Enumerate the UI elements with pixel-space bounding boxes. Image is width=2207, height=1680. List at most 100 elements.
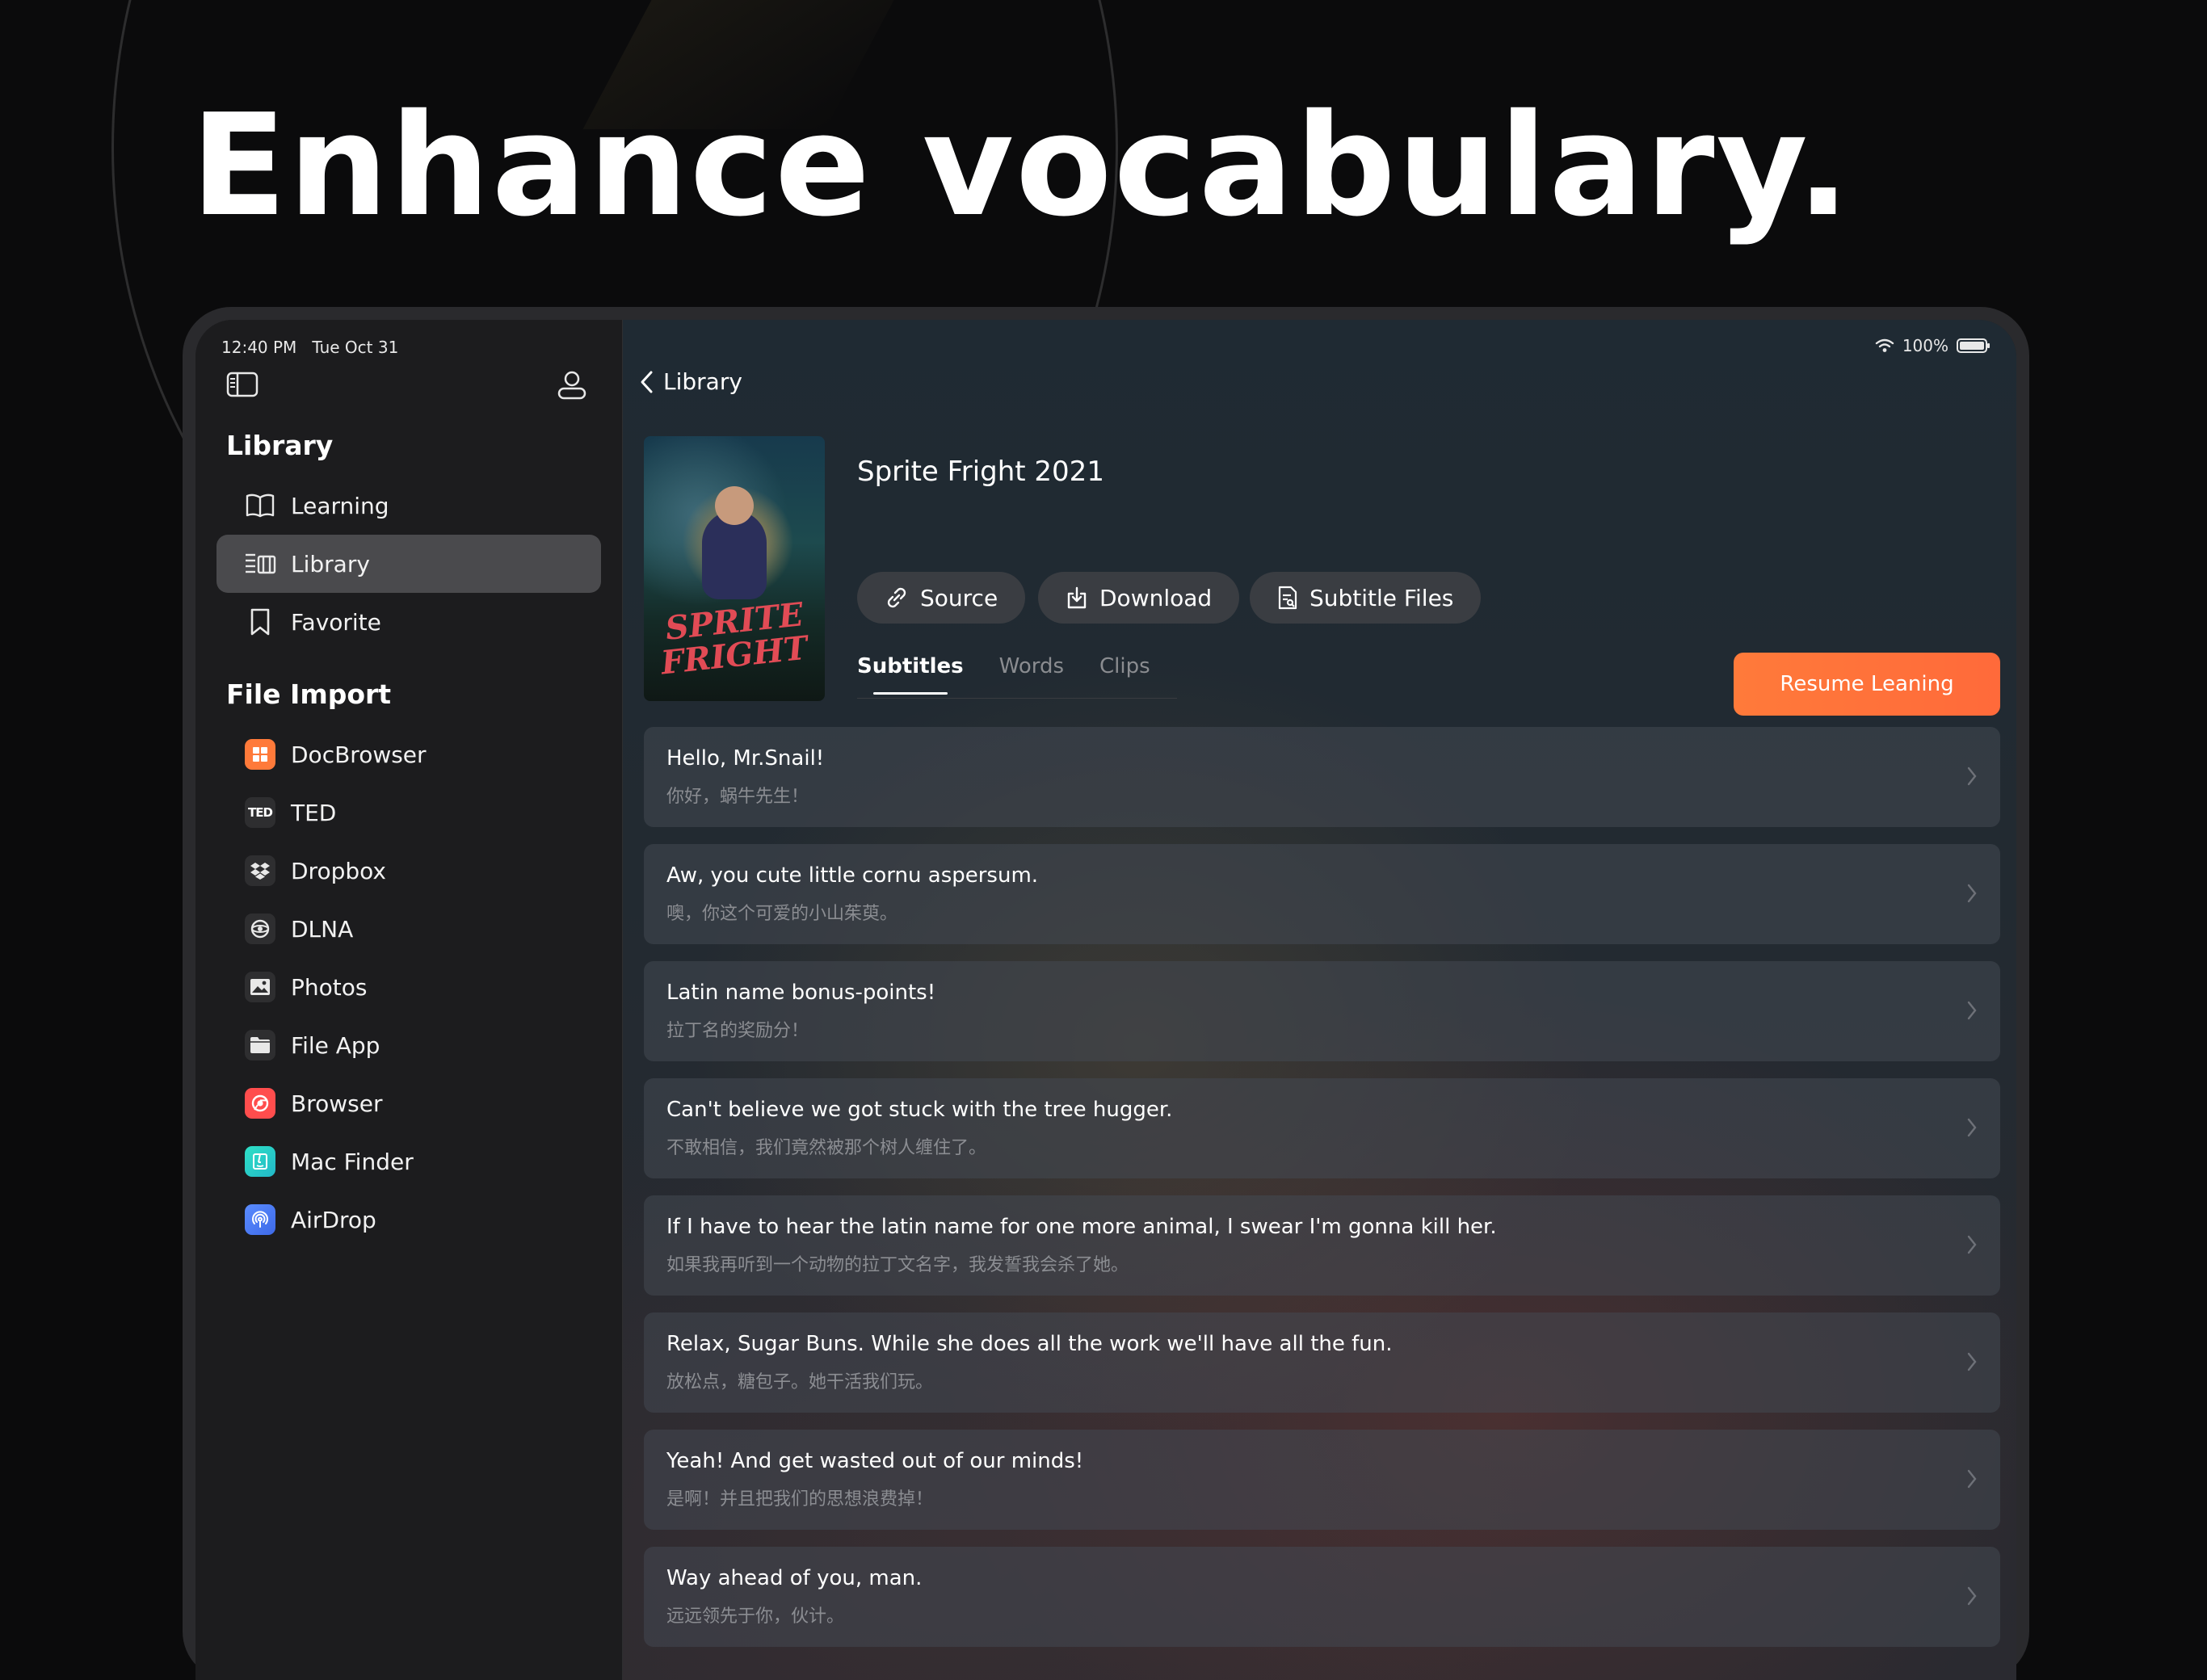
subtitle-english: Latin name bonus-points! (666, 981, 936, 1005)
dlna-icon-wrap (244, 913, 276, 945)
subtitle-row[interactable]: Can't believe we got stuck with the tree… (644, 1078, 2000, 1178)
airdrop-icon (245, 1204, 275, 1235)
folder-icon (245, 1030, 275, 1060)
back-label: Library (663, 368, 742, 395)
sidebar-item-label: Learning (291, 492, 389, 519)
subtitle-chinese: 不敢相信，我们竟然被那个树人缠住了。 (666, 1138, 987, 1158)
sidebar-item-label: DocBrowser (291, 741, 427, 768)
subtitle-row[interactable]: Aw, you cute little cornu aspersum. 噢，你这… (644, 844, 2000, 944)
subtitle-chinese: 拉丁名的奖励分！ (666, 1021, 809, 1041)
subtitle-english: Aw, you cute little cornu aspersum. (666, 863, 1039, 888)
browser-icon (245, 1088, 275, 1119)
photos-icon-wrap (244, 971, 276, 1003)
sidebar-item-label: AirDrop (291, 1206, 376, 1233)
download-button[interactable]: Download (1038, 572, 1240, 624)
bookmark-icon (244, 606, 276, 638)
subtitle-row[interactable]: If I have to hear the latin name for one… (644, 1195, 2000, 1296)
resume-learning-button[interactable]: Resume Leaning (1734, 653, 2000, 716)
book-icon (244, 489, 276, 522)
subtitle-list: Hello, Mr.Snail! 你好，蜗牛先生！ Aw, you cute l… (644, 727, 2000, 1664)
status-date: Tue Oct 31 (312, 338, 399, 357)
subtitle-files-button[interactable]: Subtitle Files (1250, 572, 1482, 624)
subtitle-chinese: 是啊！并且把我们的思想浪费掉！ (666, 1489, 934, 1510)
dropbox-icon (245, 855, 275, 886)
source-button[interactable]: Source (857, 572, 1026, 624)
tab-clips[interactable]: Clips (1099, 654, 1150, 695)
link-icon (887, 587, 906, 608)
subtitle-english: Way ahead of you, man. (666, 1566, 923, 1590)
status-right: 100% (1875, 336, 1990, 355)
sidebar-item-docbrowser[interactable]: DocBrowser (216, 725, 601, 783)
tab-subtitles[interactable]: Subtitles (857, 654, 964, 695)
movie-title: Sprite Fright 2021 (857, 456, 1104, 488)
sidebar-item-label: File App (291, 1031, 380, 1059)
sidebar-item-mac-finder[interactable]: Mac Finder (216, 1132, 601, 1191)
download-label: Download (1099, 584, 1213, 611)
sidebar-item-ted[interactable]: TED TED (216, 783, 601, 842)
battery-percent: 100% (1902, 336, 1948, 355)
chevron-right-icon (1967, 1001, 1977, 1020)
headline: Enhance vocabulary. (191, 84, 1852, 248)
back-button[interactable]: Library (639, 368, 742, 395)
library-list-icon (244, 548, 276, 580)
battery-icon (1957, 338, 1990, 353)
subtitle-file-icon (1278, 586, 1297, 610)
tabs-divider (857, 698, 1177, 699)
sidebar-item-label: DLNA (291, 915, 354, 943)
content-tabs: Subtitles Words Clips (857, 654, 1186, 695)
ted-icon-wrap: TED (244, 796, 276, 829)
sidebar-item-label: Browser (291, 1090, 383, 1117)
subtitle-chinese: 远远领先于你，伙计。 (666, 1606, 845, 1627)
sidebar-item-dropbox[interactable]: Dropbox (216, 842, 601, 900)
subtitle-row[interactable]: Hello, Mr.Snail! 你好，蜗牛先生！ (644, 727, 2000, 827)
folder-icon-wrap (244, 1029, 276, 1061)
sidebar: Library Learning Library Favorite File I… (195, 320, 623, 1680)
sidebar-item-label: Dropbox (291, 857, 386, 884)
sidebar-item-airdrop[interactable]: AirDrop (216, 1191, 601, 1249)
subtitle-chinese: 如果我再听到一个动物的拉丁文名字，我发誓我会杀了她。 (666, 1255, 1129, 1275)
source-label: Source (920, 584, 998, 611)
docbrowser-icon (245, 739, 275, 770)
sidebar-item-browser[interactable]: Browser (216, 1074, 601, 1132)
wifi-icon (1875, 338, 1894, 352)
dropbox-icon-wrap (244, 855, 276, 887)
sidebar-item-label: Favorite (291, 608, 381, 636)
status-time: 12:40 PM Tue Oct 31 (221, 338, 398, 357)
chevron-right-icon (1967, 1586, 1977, 1606)
subtitle-row[interactable]: Way ahead of you, man. 远远领先于你，伙计。 (644, 1547, 2000, 1647)
sidebar-item-label: TED (291, 799, 337, 826)
sidebar-item-dlna[interactable]: DLNA (216, 900, 601, 958)
sidebar-item-label: Photos (291, 973, 368, 1001)
subtitle-english: Hello, Mr.Snail! (666, 746, 825, 771)
ted-icon: TED (245, 797, 275, 828)
download-icon (1067, 586, 1087, 609)
sidebar-item-label: Mac Finder (291, 1148, 414, 1175)
subtitle-english: Relax, Sugar Buns. While she does all th… (666, 1332, 1393, 1356)
subtitle-row[interactable]: Latin name bonus-points! 拉丁名的奖励分！ (644, 961, 2000, 1061)
browser-icon-wrap (244, 1087, 276, 1119)
sidebar-item-learning[interactable]: Learning (216, 477, 601, 535)
tablet-device: 12:40 PM Tue Oct 31 100% Library Learnin… (183, 307, 2029, 1680)
subtitle-row[interactable]: Yeah! And get wasted out of our minds! 是… (644, 1430, 2000, 1530)
sidebar-item-favorite[interactable]: Favorite (216, 593, 601, 651)
sidebar-item-photos[interactable]: Photos (216, 958, 601, 1016)
mac-finder-icon (245, 1146, 275, 1177)
chevron-right-icon (1967, 1235, 1977, 1254)
sidebar-toggle-icon[interactable] (226, 372, 259, 397)
sidebar-item-library[interactable]: Library (216, 535, 601, 593)
subtitle-english: Can't believe we got stuck with the tree… (666, 1098, 1173, 1122)
tablet-screen: 12:40 PM Tue Oct 31 100% Library Learnin… (195, 320, 2016, 1680)
tab-words[interactable]: Words (999, 654, 1064, 695)
chevron-right-icon (1967, 1469, 1977, 1489)
dlna-icon (245, 914, 275, 944)
file-import-heading: File Import (226, 678, 392, 710)
profile-icon[interactable] (556, 368, 588, 401)
mac-finder-icon-wrap (244, 1145, 276, 1178)
sidebar-item-label: Library (291, 550, 370, 578)
subtitle-english: Yeah! And get wasted out of our minds! (666, 1449, 1084, 1473)
subtitle-row[interactable]: Relax, Sugar Buns. While she does all th… (644, 1312, 2000, 1413)
movie-poster: SPRITE FRIGHT (644, 436, 825, 701)
sidebar-item-file-app[interactable]: File App (216, 1016, 601, 1074)
library-heading: Library (226, 430, 334, 461)
subtitle-english: If I have to hear the latin name for one… (666, 1215, 1497, 1239)
